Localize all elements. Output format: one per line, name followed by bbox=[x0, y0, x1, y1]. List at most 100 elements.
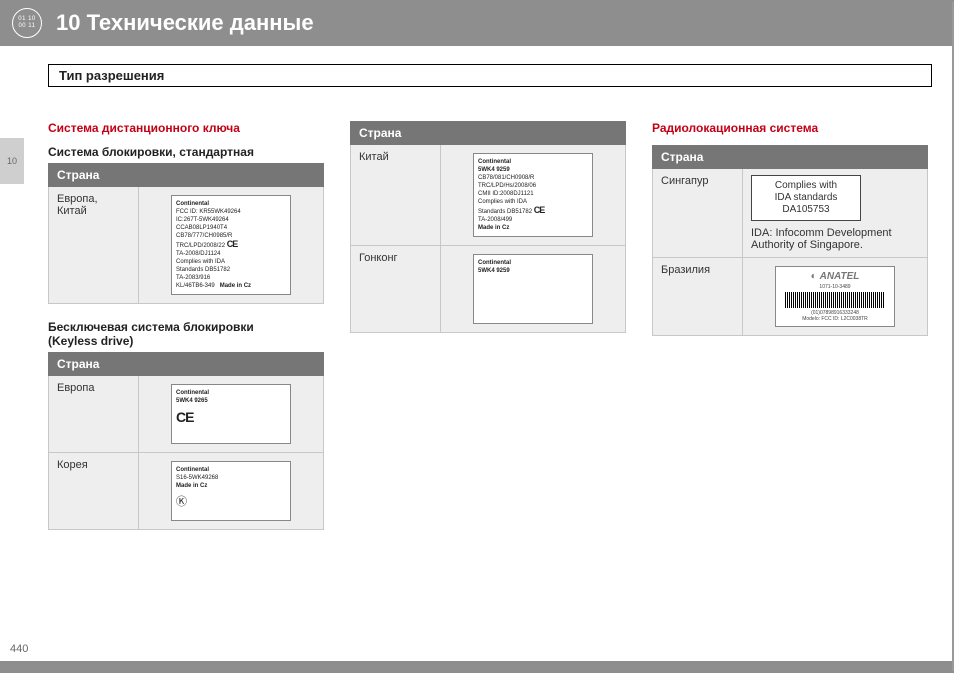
th-blank bbox=[139, 164, 324, 187]
label-line: CB78/081/CH0908/R bbox=[478, 175, 534, 181]
label-made: Made in Cz bbox=[220, 283, 251, 289]
label-line: KL/46TB6-349 bbox=[176, 283, 215, 289]
column-2: Страна Китай Continental 5WK4 9259 CB78/… bbox=[350, 121, 626, 546]
keyless-heading-1: Бесключевая система блокировки bbox=[48, 320, 324, 334]
bottom-bar bbox=[0, 661, 954, 673]
label-line: CCAB08LP1940T4 bbox=[176, 225, 227, 231]
column-1: Система дистанционного ключа Система бло… bbox=[48, 121, 324, 546]
label-brand: Continental bbox=[478, 159, 511, 165]
anatel-logo: ◐ ANATEL bbox=[780, 271, 890, 282]
ce-icon: CE bbox=[227, 239, 238, 249]
cell-country: Европа bbox=[49, 376, 139, 453]
table-row: Европа, Китай Continental FCC ID: KR55WK… bbox=[49, 187, 324, 304]
anatel-sub: Modelo: FCC ID: L2C0038TR bbox=[780, 316, 890, 322]
label-line: TRC/LPD/Hs/2008/06 bbox=[478, 183, 536, 189]
column-3: Радиолокационная система Страна Сингапур… bbox=[652, 121, 928, 546]
globe-icon: ◐ bbox=[811, 271, 817, 282]
table-row: Китай Continental 5WK4 9259 CB78/081/CH0… bbox=[351, 145, 626, 246]
label-made: Made in Cz bbox=[176, 483, 207, 489]
th-country: Страна bbox=[653, 146, 743, 169]
page-number: 440 bbox=[10, 643, 28, 655]
ida-box: Complies with IDA standards DA105753 bbox=[751, 175, 861, 221]
th-blank bbox=[441, 122, 626, 145]
table-row: Корея Continental S16-5WK49268 Made in C… bbox=[49, 453, 324, 530]
cell-country: Европа, Китай bbox=[49, 187, 139, 304]
cell-country: Китай bbox=[351, 145, 441, 246]
cell-label: Continental S16-5WK49268 Made in Cz Ⓚ bbox=[139, 453, 324, 530]
remote-key-heading: Система дистанционного ключа bbox=[48, 121, 324, 135]
cert-label-china: Continental 5WK4 9259 CB78/081/CH0908/R … bbox=[473, 153, 593, 237]
ida-note: IDA: Infocomm Development Authority of S… bbox=[751, 227, 919, 251]
label-line: IC:267T-5WK49264 bbox=[176, 217, 229, 223]
label-model: 5WK4 9259 bbox=[478, 268, 510, 274]
table-row: Гонконг Continental 5WK4 9259 bbox=[351, 246, 626, 333]
ida-line: IDA standards bbox=[775, 192, 838, 203]
header-bar: 01 10 00 11 10 Технические данные bbox=[0, 0, 954, 46]
icon-text-top: 01 10 bbox=[18, 16, 36, 23]
label-model: S16-5WK49268 bbox=[176, 475, 218, 481]
cell-country: Гонконг bbox=[351, 246, 441, 333]
keyless-heading-2: (Keyless drive) bbox=[48, 334, 324, 348]
cell-country: Сингапур bbox=[653, 169, 743, 258]
table-row: Бразилия ◐ ANATEL 1071-10-3489 (01)07898… bbox=[653, 258, 928, 336]
label-line: Standards DB51782 bbox=[478, 209, 532, 215]
section-heading: Тип разрешения bbox=[48, 64, 932, 87]
ce-icon: CE bbox=[534, 205, 545, 215]
cell-label: ◐ ANATEL 1071-10-3489 (01)07898916333248… bbox=[743, 258, 928, 336]
cert-label-europe-china: Continental FCC ID: KR55WK49264 IC:267T-… bbox=[171, 195, 291, 295]
anatel-text: ANATEL bbox=[820, 271, 860, 282]
kc-icon: Ⓚ bbox=[176, 496, 187, 508]
label-brand: Continental bbox=[176, 467, 209, 473]
cert-label-europe: Continental 5WK4 9265 CE bbox=[171, 384, 291, 444]
ida-line: Complies with bbox=[775, 180, 837, 191]
cert-label-korea: Continental S16-5WK49268 Made in Cz Ⓚ bbox=[171, 461, 291, 521]
table-row: Европа Continental 5WK4 9265 CE bbox=[49, 376, 324, 453]
label-brand: Continental bbox=[478, 260, 511, 266]
ida-line: DA105753 bbox=[782, 204, 829, 215]
ce-icon: CE bbox=[176, 409, 193, 425]
barcode-icon bbox=[785, 292, 885, 308]
cell-label: Continental 5WK4 9259 bbox=[441, 246, 626, 333]
th-country: Страна bbox=[49, 353, 139, 376]
binary-disc-icon: 01 10 00 11 bbox=[12, 8, 42, 38]
table-keyless: Страна Европа Continental 5WK4 9265 CE К… bbox=[48, 352, 324, 530]
label-made: Made in Cz bbox=[478, 225, 509, 231]
side-tab: 10 bbox=[0, 138, 24, 184]
table-radar: Страна Сингапур Complies with IDA standa… bbox=[652, 145, 928, 336]
table-row: Сингапур Complies with IDA standards DA1… bbox=[653, 169, 928, 258]
label-line: Complies with IDA bbox=[176, 259, 225, 265]
chapter-title: 10 Технические данные bbox=[56, 10, 314, 36]
th-country: Страна bbox=[49, 164, 139, 187]
label-brand: Continental bbox=[176, 201, 209, 207]
label-line: TA-2008/DJ1124 bbox=[176, 251, 220, 257]
anatel-code: 1071-10-3489 bbox=[780, 284, 890, 290]
radar-heading: Радиолокационная система bbox=[652, 121, 928, 135]
table-col2: Страна Китай Continental 5WK4 9259 CB78/… bbox=[350, 121, 626, 333]
label-line: CMII ID:2008DJ1121 bbox=[478, 191, 534, 197]
label-brand: Continental bbox=[176, 390, 209, 396]
th-blank bbox=[139, 353, 324, 376]
label-model: 5WK4 9265 bbox=[176, 398, 208, 404]
label-model: 5WK4 9259 bbox=[478, 167, 510, 173]
anatel-label: ◐ ANATEL 1071-10-3489 (01)07898916333248… bbox=[775, 266, 895, 327]
lock-standard-heading: Система блокировки, стандартная bbox=[48, 145, 324, 159]
label-line: Complies with IDA bbox=[478, 199, 527, 205]
label-line: TA-2083/916 bbox=[176, 275, 210, 281]
label-line: Standards DB51782 bbox=[176, 267, 230, 273]
icon-text-bottom: 00 11 bbox=[18, 23, 35, 30]
table-lock-standard: Страна Европа, Китай Continental FCC ID:… bbox=[48, 163, 324, 304]
label-line: TA-2008/499 bbox=[478, 217, 512, 223]
cell-label: Continental 5WK4 9265 CE bbox=[139, 376, 324, 453]
cell-label: Continental 5WK4 9259 CB78/081/CH0908/R … bbox=[441, 145, 626, 246]
label-line: FCC ID: KR55WK49264 bbox=[176, 209, 241, 215]
cell-country: Бразилия bbox=[653, 258, 743, 336]
label-line: CB78/777/CH0985/R bbox=[176, 233, 232, 239]
cell-label: Continental FCC ID: KR55WK49264 IC:267T-… bbox=[139, 187, 324, 304]
label-line: TRC/LPD/2008/22 bbox=[176, 243, 225, 249]
th-blank bbox=[743, 146, 928, 169]
th-country: Страна bbox=[351, 122, 441, 145]
cert-label-hongkong: Continental 5WK4 9259 bbox=[473, 254, 593, 324]
content: Система дистанционного ключа Система бло… bbox=[0, 103, 954, 546]
cell-country: Корея bbox=[49, 453, 139, 530]
cell-label: Complies with IDA standards DA105753 IDA… bbox=[743, 169, 928, 258]
